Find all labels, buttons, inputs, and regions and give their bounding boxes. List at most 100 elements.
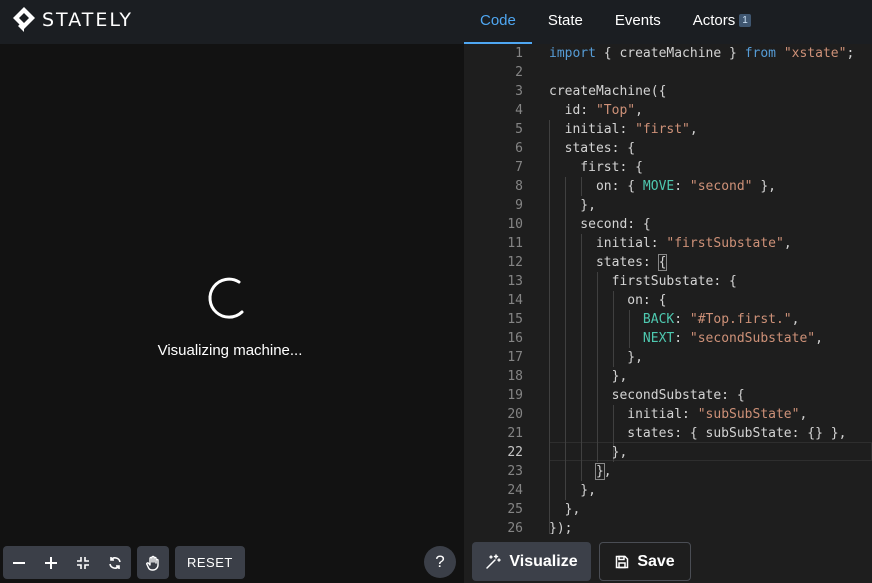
- line-number: 1: [515, 46, 523, 61]
- line-number: 26: [507, 521, 523, 534]
- code-text: });: [549, 519, 572, 534]
- stately-logo[interactable]: STATELY: [12, 6, 133, 34]
- code-token: MOVE: [642, 179, 675, 194]
- code-text: createMachine({: [549, 82, 666, 101]
- code-token: },: [549, 445, 628, 460]
- pan-mode-button[interactable]: [137, 546, 169, 579]
- code-line: 2: [464, 63, 872, 82]
- canvas-controls: RESET: [3, 546, 245, 579]
- code-line: 3 createMachine({: [464, 82, 872, 101]
- code-token: states:: [549, 255, 659, 270]
- code-token: initial:: [549, 407, 698, 422]
- save-button[interactable]: Save: [599, 542, 691, 581]
- line-number: 3: [515, 84, 523, 99]
- line-number: 25: [507, 502, 523, 517]
- code-token: },: [549, 369, 628, 384]
- line-number: 6: [515, 141, 523, 156]
- code-token: "first": [635, 122, 690, 137]
- visualize-label: Visualize: [509, 552, 578, 570]
- code-token: "firstSubstate": [666, 236, 784, 251]
- code-text: on: {: [549, 291, 666, 310]
- code-token: first: {: [549, 160, 643, 175]
- code-token: ,: [689, 122, 698, 137]
- actors-count-badge: 1: [739, 14, 751, 27]
- code-text: },: [549, 196, 596, 215]
- reset-view-button[interactable]: [99, 546, 131, 579]
- code-token: });: [549, 521, 573, 534]
- code-line: 4 id: "Top",: [464, 101, 872, 120]
- panel-tabs: Code State Events Actors 1: [464, 0, 872, 44]
- code-line: 8 on: { MOVE: "second" },: [464, 177, 872, 196]
- code-line: 20 initial: "subSubState",: [464, 405, 872, 424]
- line-number: 13: [507, 274, 523, 289]
- fit-view-button[interactable]: [67, 546, 99, 579]
- code-token: on: {: [549, 179, 643, 194]
- code-token: ,: [603, 464, 612, 479]
- hand-icon: [146, 555, 159, 571]
- code-token: "#Top.first.": [689, 312, 792, 327]
- line-number: 10: [507, 217, 523, 232]
- code-token: "Top": [595, 103, 636, 118]
- code-text: },: [549, 481, 596, 500]
- code-token: ,: [799, 407, 808, 422]
- code-line: 23 },: [464, 462, 872, 481]
- code-panel: Code State Events Actors 1 1 import { crea…: [464, 0, 872, 583]
- code-text: initial: "first",: [549, 120, 698, 139]
- line-number: 9: [515, 198, 523, 213]
- code-text: initial: "firstSubstate",: [549, 234, 792, 253]
- code-token: { createMachine }: [595, 46, 745, 61]
- code-token: initial:: [549, 236, 667, 251]
- tab-events[interactable]: Events: [599, 0, 677, 44]
- tab-events-label: Events: [614, 12, 661, 29]
- code-line: 14 on: {: [464, 291, 872, 310]
- code-token: createMachine({: [549, 84, 667, 99]
- code-token: states: {: [549, 141, 636, 156]
- code-line: 22 },: [464, 443, 872, 462]
- line-number: 15: [507, 312, 523, 327]
- code-line: 13 firstSubstate: {: [464, 272, 872, 291]
- code-token: secondSubstate: {: [549, 388, 745, 403]
- loading-text: Visualizing machine...: [157, 342, 303, 359]
- line-number: 12: [507, 255, 523, 270]
- code-text: initial: "subSubState",: [549, 405, 807, 424]
- code-text: },: [549, 348, 643, 367]
- code-line: 26});: [464, 519, 872, 534]
- editor-actions: Visualize Save: [464, 534, 872, 583]
- code-line: 21 states: { subSubState: {} },: [464, 424, 872, 443]
- code-text: id: "Top",: [549, 101, 643, 120]
- code-line: 24 },: [464, 481, 872, 500]
- code-text: },: [549, 443, 628, 462]
- help-button[interactable]: ?: [424, 546, 456, 578]
- reset-button[interactable]: RESET: [175, 546, 245, 579]
- minus-icon: [13, 561, 25, 564]
- code-line: 1 import { createMachine } from "xstate";: [464, 44, 872, 63]
- code-token: initial:: [549, 122, 636, 137]
- code-token: },: [549, 198, 596, 213]
- line-number: 16: [507, 331, 523, 346]
- code-token: ,: [783, 236, 792, 251]
- code-text: NEXT: "secondSubstate",: [549, 329, 823, 348]
- zoom-in-button[interactable]: [35, 546, 67, 579]
- code-line: 5 initial: "first",: [464, 120, 872, 139]
- code-token: :: [674, 331, 690, 346]
- magic-wand-icon: [486, 553, 502, 569]
- code-token: "subSubState": [697, 407, 800, 422]
- refresh-icon: [109, 556, 121, 569]
- code-token: {: [657, 254, 668, 271]
- code-text: },: [549, 462, 612, 481]
- code-token: ,: [815, 331, 823, 346]
- visualize-button[interactable]: Visualize: [472, 542, 591, 581]
- code-text: on: { MOVE: "second" },: [549, 177, 776, 196]
- loading-spinner-icon: [208, 277, 244, 319]
- tab-state[interactable]: State: [532, 0, 599, 44]
- line-number: 14: [507, 293, 523, 308]
- canvas-panel: STATELY Visualizing machine... RESET ?: [0, 0, 464, 583]
- zoom-out-button[interactable]: [3, 546, 35, 579]
- code-token: }: [594, 463, 605, 480]
- tab-code[interactable]: Code: [464, 0, 532, 44]
- code-editor[interactable]: 1 import { createMachine } from "xstate";…: [464, 44, 872, 534]
- code-token: ;: [846, 46, 855, 61]
- tab-actors[interactable]: Actors 1: [677, 0, 767, 44]
- code-token: BACK: [642, 312, 675, 327]
